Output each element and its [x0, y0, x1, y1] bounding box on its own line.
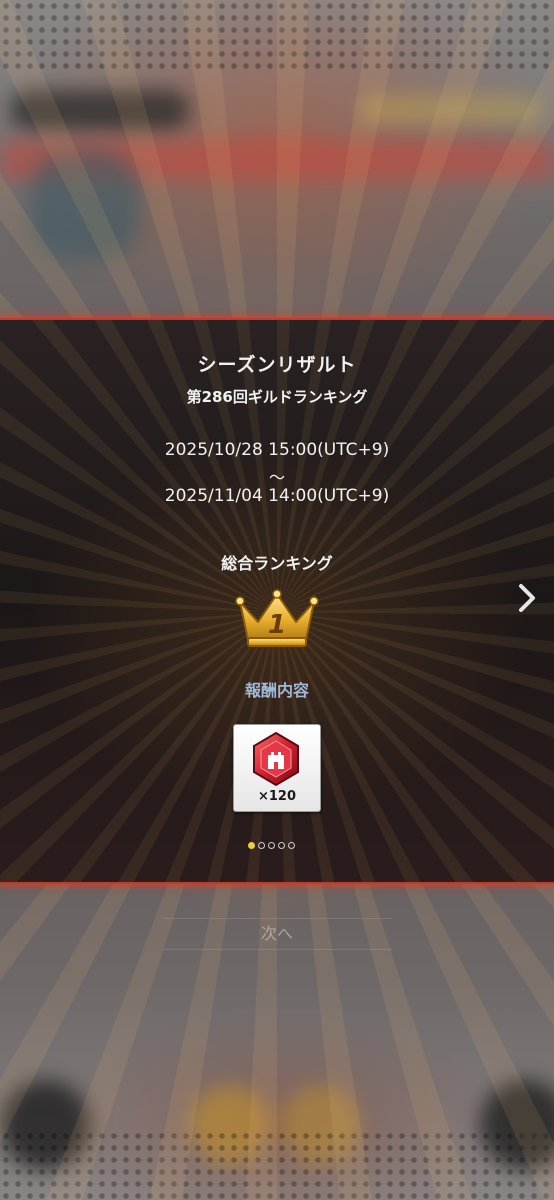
page-dot[interactable] — [278, 842, 285, 849]
dot-pattern — [0, 1130, 554, 1200]
reward-item-card[interactable]: ×120 — [233, 724, 321, 812]
next-button[interactable]: 次へ — [162, 918, 392, 950]
season-result-title: シーズンリザルト — [197, 354, 357, 376]
page-dot-active[interactable] — [248, 842, 255, 849]
page-dot[interactable] — [258, 842, 265, 849]
background-blur — [10, 90, 190, 130]
period-end: 2025/11/04 14:00(UTC+9) — [164, 486, 390, 506]
rank-number: 1 — [268, 610, 286, 640]
page-dot[interactable] — [288, 842, 295, 849]
season-result-screen: シーズンリザルト 第286回ギルドランキング 2025/10/28 15:00(… — [0, 0, 554, 1200]
rank-crown-icon: 1 — [235, 589, 319, 647]
page-indicator — [248, 842, 295, 852]
background-blur — [30, 150, 140, 260]
page-dot[interactable] — [268, 842, 275, 849]
reward-section-title: 報酬内容 — [244, 681, 309, 700]
period-start: 2025/10/28 15:00(UTC+9) — [164, 440, 390, 460]
reward-count: ×120 — [257, 789, 297, 804]
result-panel: シーズンリザルト 第286回ギルドランキング 2025/10/28 15:00(… — [0, 318, 554, 884]
period-separator: 〜 — [268, 468, 285, 487]
ranking-name: 第286回ギルドランキング — [186, 388, 368, 406]
red-castle-medal-icon — [253, 731, 299, 787]
overall-ranking-label: 総合ランキング — [221, 554, 333, 573]
background-blur — [360, 95, 540, 125]
dot-pattern — [0, 0, 554, 70]
next-page-chevron-icon[interactable] — [516, 583, 538, 613]
